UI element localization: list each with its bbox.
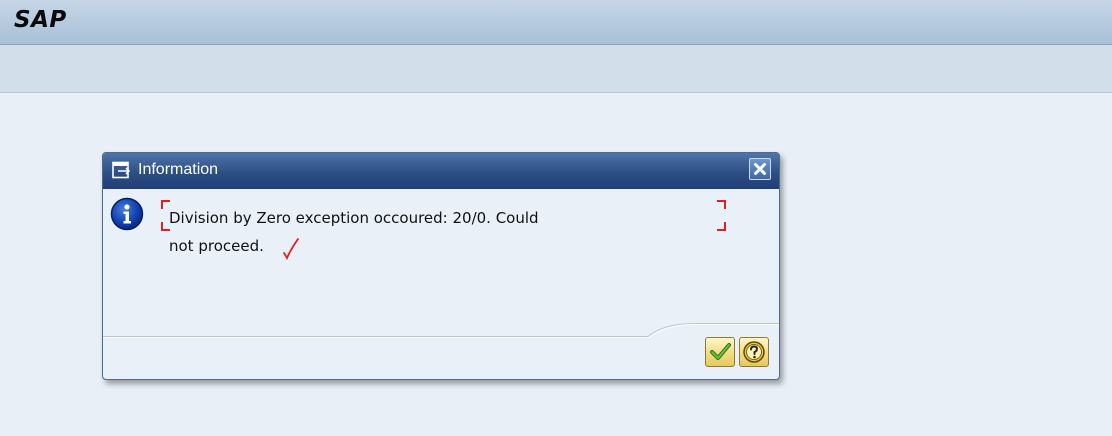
dialog-message: Division by Zero exception occoured: 20/… bbox=[169, 204, 549, 260]
dialog-header[interactable]: Information bbox=[103, 153, 779, 189]
help-button[interactable] bbox=[739, 337, 769, 367]
annotation-check-mark bbox=[281, 237, 303, 261]
dialog-title: Information bbox=[138, 161, 219, 178]
annotation-bracket bbox=[717, 222, 726, 231]
window-icon bbox=[112, 161, 132, 179]
annotation-bracket bbox=[717, 200, 726, 209]
toolbar bbox=[0, 45, 1112, 93]
information-dialog: Information Division by Zero exception o… bbox=[102, 152, 780, 380]
message-line: not proceed. bbox=[169, 237, 264, 255]
close-button[interactable] bbox=[749, 158, 771, 180]
message-line: Division by Zero exception occoured: 20/… bbox=[169, 209, 539, 227]
ok-button[interactable] bbox=[705, 337, 735, 367]
footer-divider bbox=[103, 323, 779, 338]
info-icon bbox=[110, 197, 144, 231]
sap-screen: SAP Information Division by Zero excepti… bbox=[0, 0, 1112, 436]
app-title: SAP bbox=[14, 7, 67, 33]
title-bar: SAP bbox=[0, 0, 1112, 45]
